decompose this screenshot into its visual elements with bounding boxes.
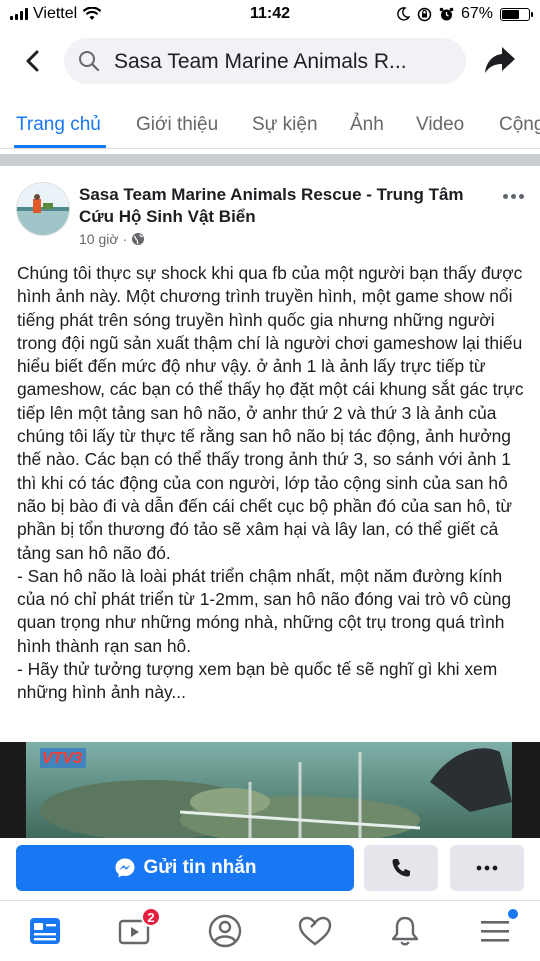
tab-trang-chu[interactable]: Trang chủ: [16, 114, 101, 136]
nav-notifications[interactable]: [385, 913, 425, 949]
menu-notification-dot: [508, 909, 518, 919]
send-message-label: Gửi tin nhắn: [143, 857, 257, 878]
page-action-bar: Gửi tin nhắn: [0, 838, 540, 900]
post-body: Chúng tôi thực sự shock khi qua fb của m…: [17, 262, 529, 705]
page-name[interactable]: Sasa Team Marine Animals Rescue - Trung …: [79, 184, 479, 228]
messenger-icon: [115, 858, 134, 878]
tab-anh[interactable]: Ảnh: [350, 114, 384, 136]
search-text: Sasa Team Marine Animals R...: [114, 50, 407, 73]
back-button[interactable]: [18, 46, 48, 76]
chevron-left-icon: [26, 50, 39, 72]
post-header: Sasa Team Marine Animals Rescue - Trung …: [0, 170, 540, 250]
tab-cong-dong[interactable]: Cộng: [499, 114, 540, 136]
profile-icon: [208, 914, 242, 948]
more-options-button[interactable]: [450, 845, 524, 891]
post-more-button[interactable]: [503, 194, 524, 199]
tab-gioi-thieu[interactable]: Giới thiệu: [136, 114, 218, 136]
globe-icon: [132, 233, 145, 245]
nav-menu[interactable]: [475, 909, 518, 949]
hamburger-menu-icon: [481, 921, 509, 942]
news-feed-icon: [30, 918, 60, 944]
share-arrow-icon: [485, 47, 515, 73]
post-paragraph: - Hãy thử tưởng tượng xem bạn bè quốc tế…: [17, 659, 498, 703]
bottom-navbar: 2: [0, 900, 540, 961]
send-message-button[interactable]: Gửi tin nhắn: [16, 845, 354, 891]
nav-watch[interactable]: 2: [115, 907, 161, 949]
more-icon: [476, 865, 498, 871]
page-avatar[interactable]: [16, 182, 70, 236]
bell-icon: [391, 916, 419, 946]
search-icon: [79, 51, 100, 72]
battery-percent: 67%: [460, 5, 493, 22]
post-paragraph: Chúng tôi thực sự shock khi qua fb của m…: [17, 263, 524, 563]
nav-news-feed[interactable]: [25, 913, 65, 949]
share-button[interactable]: [484, 45, 516, 80]
rotation-lock-icon: [417, 7, 432, 21]
alarm-icon: [439, 7, 454, 20]
video-notification-badge: 2: [141, 907, 161, 927]
nav-profile[interactable]: [205, 913, 245, 949]
post-media[interactable]: VTV3: [0, 742, 540, 838]
post-meta: 10 giờ ·: [79, 231, 145, 247]
search-bar[interactable]: Sasa Team Marine Animals R...: [64, 38, 466, 84]
channel-logo: VTV3: [42, 750, 83, 767]
tab-video[interactable]: Video: [416, 114, 464, 136]
tab-su-kien[interactable]: Sự kiện: [252, 114, 318, 136]
page-tabs: Trang chủ Giới thiệu Sự kiện Ảnh Video C…: [0, 100, 540, 149]
call-button[interactable]: [364, 845, 438, 891]
battery-icon: [500, 7, 533, 21]
post-paragraph: - San hô não là loài phát triển chậm nhấ…: [17, 565, 512, 656]
phone-icon: [392, 859, 410, 877]
active-tab-indicator: [14, 145, 106, 148]
page-header: Sasa Team Marine Animals R...: [0, 36, 540, 86]
section-divider: [0, 154, 540, 166]
status-bar: Viettel 11:42 67%: [0, 0, 540, 30]
nav-dating[interactable]: [295, 913, 335, 949]
post-time[interactable]: 10 giờ: [79, 231, 119, 247]
moon-icon: [397, 7, 410, 21]
heart-icon: [298, 916, 332, 946]
